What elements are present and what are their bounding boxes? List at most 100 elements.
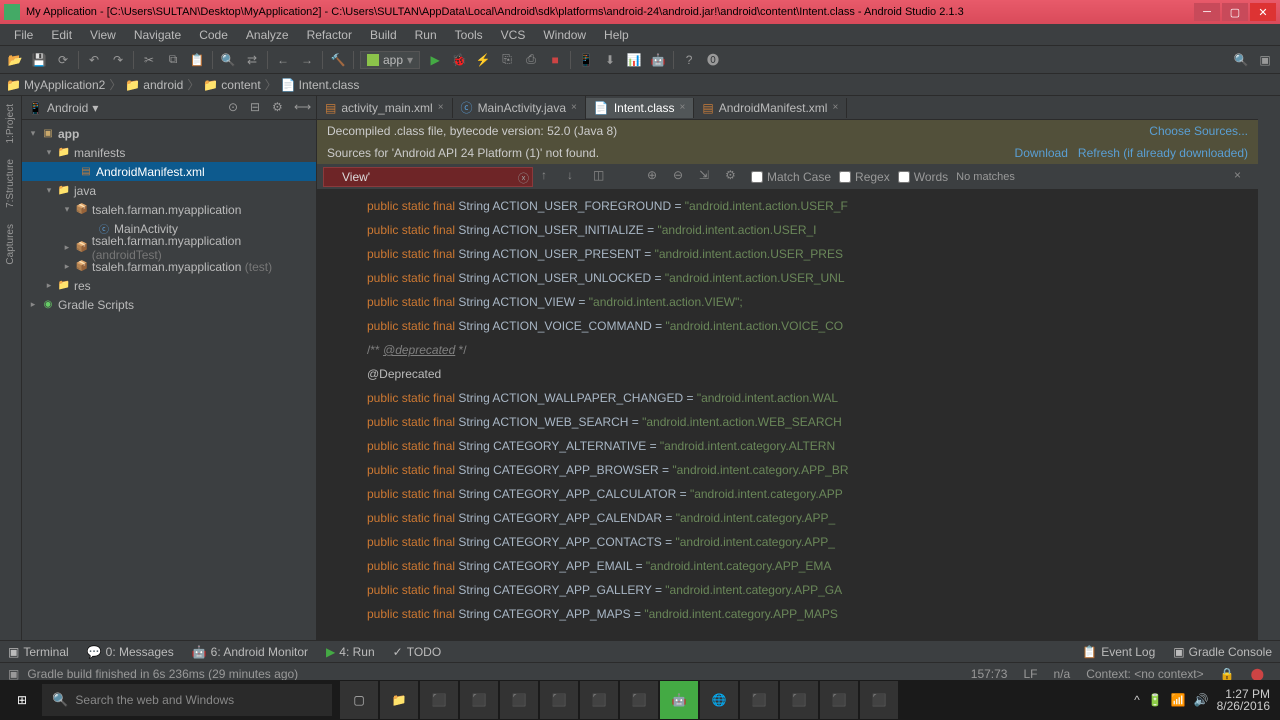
menu-window[interactable]: Window [535,26,594,44]
refresh-link[interactable]: Refresh (if already downloaded) [1078,146,1248,160]
app-icon-6[interactable]: ⬛ [620,681,658,719]
words-check[interactable]: Words [898,170,948,184]
status-context[interactable]: Context: <no context> [1078,667,1211,681]
redo-icon[interactable]: ↷ [109,51,127,69]
paste-icon[interactable]: 📋 [188,51,206,69]
windows-search[interactable]: 🔍 Search the web and Windows [42,684,332,716]
close-find-icon[interactable]: × [1234,168,1252,186]
apply-changes-icon[interactable]: ⚡ [474,51,492,69]
whats-new-icon[interactable]: ⓿ [704,51,722,69]
menu-refactor[interactable]: Refactor [299,26,360,44]
ddms-icon[interactable]: 📊 [625,51,643,69]
status-position[interactable]: 157:73 [963,667,1016,681]
system-tray[interactable]: ^ 🔋 📶 🔊 1:27 PM 8/26/2016 [1134,688,1278,712]
tree-manifests[interactable]: manifests [74,146,125,160]
app-icon-7[interactable]: ⬛ [740,681,778,719]
android-monitor-tab[interactable]: 🤖 6: Android Monitor [192,645,308,659]
minimize-button[interactable]: ─ [1194,3,1220,21]
build-icon[interactable]: 🔨 [329,51,347,69]
tree-app[interactable]: app [58,127,79,141]
status-encoding[interactable]: n/a [1046,667,1079,681]
lock-icon[interactable]: 🔒 [1212,667,1243,681]
app-icon-4[interactable]: ⬛ [540,681,578,719]
download-link[interactable]: Download [1015,146,1068,160]
android-studio-icon[interactable]: 🤖 [660,681,698,719]
clock[interactable]: 1:27 PM 8/26/2016 [1217,688,1270,712]
tree-pkg[interactable]: tsaleh.farman.myapplication [92,203,241,217]
save-icon[interactable]: 💾 [30,51,48,69]
stop-icon[interactable]: ■ [546,51,564,69]
tree-pkg-at[interactable]: tsaleh.farman.myapplication (androidTest… [92,234,312,262]
app-icon-9[interactable]: ⬛ [820,681,858,719]
tray-wifi-icon[interactable]: 📶 [1171,693,1186,707]
captures-tab[interactable]: Captures [3,220,18,269]
app-icon-8[interactable]: ⬛ [780,681,818,719]
project-tab[interactable]: 1:Project [3,100,18,147]
find-settings-icon[interactable]: ⚙ [725,168,743,186]
find-input[interactable] [323,167,533,187]
add-selection-icon[interactable]: ⊕ [647,168,665,186]
forward-icon[interactable]: → [298,51,316,69]
search-everywhere-icon[interactable]: 🔍 [1232,51,1250,69]
app-icon-5[interactable]: ⬛ [580,681,618,719]
bc-content[interactable]: 📁 content [203,78,260,92]
tab-intent-class[interactable]: 📄Intent.class× [586,98,695,118]
code-editor[interactable]: public static final String ACTION_USER_F… [317,190,1258,640]
choose-sources-link[interactable]: Choose Sources... [1149,124,1248,138]
app-icon-2[interactable]: ⬛ [460,681,498,719]
start-button[interactable]: ⊞ [2,680,42,720]
back-icon[interactable]: ← [274,51,292,69]
run-config-selector[interactable]: app ▾ [360,51,420,69]
remove-selection-icon[interactable]: ⊖ [673,168,691,186]
replace-icon[interactable]: ⇄ [243,51,261,69]
regex-check[interactable]: Regex [839,170,890,184]
tree-res[interactable]: res [74,279,91,293]
menu-navigate[interactable]: Navigate [126,26,189,44]
error-icon[interactable]: ⬤ [1243,667,1272,681]
menu-file[interactable]: File [6,26,41,44]
find-icon[interactable]: 🔍 [219,51,237,69]
messages-tab[interactable]: 💬 0: Messages [87,645,174,659]
next-match-icon[interactable]: ↓ [567,168,585,186]
run-icon[interactable]: ▶ [426,51,444,69]
help-icon[interactable]: ? [680,51,698,69]
tray-up-icon[interactable]: ^ [1134,693,1140,707]
sync-icon[interactable]: ⟳ [54,51,72,69]
prev-match-icon[interactable]: ↑ [541,168,559,186]
app-icon-3[interactable]: ⬛ [500,681,538,719]
app-icon-1[interactable]: ⬛ [420,681,458,719]
copy-icon[interactable]: ⧉ [164,51,182,69]
menu-run[interactable]: Run [407,26,445,44]
task-view-icon[interactable]: ▢ [340,681,378,719]
project-tree[interactable]: ▾▣app ▾📁manifests ▤AndroidManifest.xml ▾… [22,120,316,318]
tray-volume-icon[interactable]: 🔊 [1194,693,1209,707]
menu-build[interactable]: Build [362,26,405,44]
match-case-check[interactable]: Match Case [751,170,831,184]
undo-icon[interactable]: ↶ [85,51,103,69]
event-log-tab[interactable]: 📋 Event Log [1082,645,1155,659]
hide-icon[interactable]: ⟷ [294,100,310,116]
gradle-console-tab[interactable]: ▣ Gradle Console [1173,645,1272,659]
terminal-tab[interactable]: ▣ Terminal [8,645,69,659]
tab-activity-main[interactable]: ▤activity_main.xml× [317,98,453,118]
open-icon[interactable]: 📂 [6,51,24,69]
clear-icon[interactable]: ⓧ [518,170,529,186]
tree-manifest-file[interactable]: AndroidManifest.xml [96,165,205,179]
cut-icon[interactable]: ✂ [140,51,158,69]
tab-main-activity[interactable]: ⓒMainActivity.java× [453,96,586,119]
project-scope-dropdown[interactable]: 📱 Android ▾ [28,101,98,115]
tree-pkg-t[interactable]: tsaleh.farman.myapplication (test) [92,260,272,274]
close-button[interactable]: ✕ [1250,3,1276,21]
sdk-icon[interactable]: ⬇ [601,51,619,69]
debug-icon[interactable]: 🐞 [450,51,468,69]
menu-vcs[interactable]: VCS [493,26,534,44]
menu-help[interactable]: Help [596,26,637,44]
bc-project[interactable]: 📁 MyApplication2 [6,78,105,92]
attach-debugger-icon[interactable]: ⎙ [522,51,540,69]
app-icon-10[interactable]: ⬛ [860,681,898,719]
status-lf[interactable]: LF [1015,667,1045,681]
hide-panels-icon[interactable]: ▣ [1256,51,1274,69]
bc-android[interactable]: 📁 android [125,78,183,92]
scroll-from-source-icon[interactable]: ⊙ [228,100,244,116]
maximize-button[interactable]: ▢ [1222,3,1248,21]
